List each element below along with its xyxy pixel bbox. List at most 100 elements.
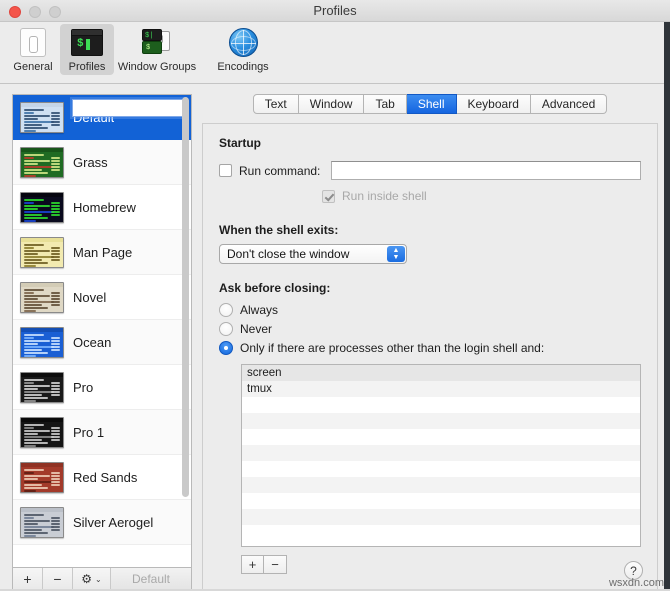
profile-list-item[interactable]: Grass — [13, 140, 191, 185]
watermark: wsxdn.com — [608, 577, 664, 589]
process-table-row[interactable] — [242, 397, 640, 413]
radio-never-row[interactable]: Never — [219, 322, 641, 336]
startup-section-title: Startup — [219, 136, 261, 150]
profile-thumbnail — [20, 281, 64, 313]
profile-name: Silver Aerogel — [73, 514, 154, 530]
radio-only-if-processes-row[interactable]: Only if there are processes other than t… — [219, 341, 641, 355]
profile-thumbnail — [20, 146, 64, 178]
radio-only-if-processes[interactable] — [219, 341, 233, 355]
preferences-toolbar: General $ Profiles Window Groups Encodin… — [0, 22, 670, 84]
run-inside-shell-row: Run inside shell — [322, 189, 641, 203]
tab-shell[interactable]: Shell — [406, 94, 457, 114]
profile-thumbnail — [20, 326, 64, 358]
radio-always[interactable] — [219, 303, 233, 317]
profile-list-item[interactable]: Default — [13, 95, 191, 140]
profile-list-item[interactable]: Man Page — [13, 230, 191, 275]
settings-tabbar: Text Window Tab Shell Keyboard Advanced — [202, 94, 658, 114]
process-table-row[interactable] — [242, 445, 640, 461]
toolbar-item-profiles[interactable]: $ Profiles — [60, 24, 114, 75]
window-title: Profiles — [313, 3, 357, 18]
process-table-row[interactable] — [242, 509, 640, 525]
run-command-input[interactable] — [331, 161, 641, 180]
profile-list-scrollbar[interactable] — [182, 97, 189, 497]
radio-always-label: Always — [240, 303, 279, 317]
profile-list-item[interactable]: Pro 1 — [13, 410, 191, 455]
profile-name: Grass — [73, 154, 108, 170]
settings-panel: Text Window Tab Shell Keyboard Advanced Start… — [202, 94, 658, 591]
toolbar-label-window-groups: Window Groups — [117, 61, 197, 73]
terminal-icon: $ — [70, 28, 104, 58]
profile-list-item[interactable]: Silver Aerogel — [13, 500, 191, 545]
profile-list-item[interactable]: Novel — [13, 275, 191, 320]
preferences-window: Profiles General $ Profiles Window Group… — [0, 0, 670, 591]
toolbar-label-encodings: Encodings — [217, 61, 269, 73]
process-table-row[interactable] — [242, 477, 640, 493]
process-table-row[interactable] — [242, 493, 640, 509]
toolbar-label-profiles: Profiles — [68, 61, 106, 73]
profile-actions-menu-button[interactable]: ⚙ ⌄ — [73, 568, 111, 590]
profile-thumbnail — [20, 101, 64, 133]
ask-before-closing-label: Ask before closing: — [219, 281, 331, 295]
radio-always-row[interactable]: Always — [219, 303, 641, 317]
process-table[interactable]: screen tmux — [241, 364, 641, 547]
gear-icon: ⚙ — [81, 572, 93, 586]
profile-thumbnail — [20, 461, 64, 493]
profile-list-item[interactable]: Pro — [13, 365, 191, 410]
process-table-row[interactable] — [242, 429, 640, 445]
profile-list-item[interactable]: Homebrew — [13, 185, 191, 230]
process-table-row[interactable] — [242, 525, 640, 541]
title-bar: Profiles — [0, 0, 670, 22]
add-process-button[interactable]: + — [241, 555, 264, 574]
profile-list[interactable]: Default Grass Homebrew Man Page Novel Ocean Pr… — [12, 94, 192, 567]
tab-advanced[interactable]: Advanced — [530, 94, 608, 114]
tab-tab[interactable]: Tab — [364, 94, 407, 114]
remove-process-button[interactable]: − — [264, 555, 287, 574]
window-right-edge — [664, 22, 670, 591]
add-profile-button[interactable]: + — [13, 568, 43, 590]
toolbar-item-encodings[interactable]: Encodings — [200, 24, 286, 75]
profile-name: Ocean — [73, 334, 112, 350]
stepper-icon: ▲ ▼ — [387, 246, 405, 262]
content-area: Default Grass Homebrew Man Page Novel Ocean Pr… — [0, 84, 670, 591]
profiles-sidebar: Default Grass Homebrew Man Page Novel Ocean Pr… — [12, 94, 192, 591]
run-inside-shell-checkbox[interactable] — [322, 189, 335, 203]
tab-text[interactable]: Text — [252, 94, 299, 114]
profile-name: Red Sands — [73, 469, 138, 485]
toolbar-item-window-groups[interactable]: Window Groups — [114, 24, 200, 75]
run-command-checkbox[interactable] — [219, 164, 232, 177]
profile-thumbnail — [20, 506, 64, 538]
radio-never[interactable] — [219, 322, 233, 336]
tab-window[interactable]: Window — [298, 94, 365, 114]
process-table-row[interactable]: tmux — [242, 381, 640, 397]
radio-only-if-processes-label: Only if there are processes other than t… — [240, 341, 545, 355]
profile-list-toolbar: + − ⚙ ⌄ Default — [12, 567, 192, 591]
run-command-label: Run command: — [239, 163, 321, 178]
process-table-toolbar: + − — [241, 555, 641, 574]
shell-exits-label: When the shell exits: — [219, 223, 339, 237]
shell-exits-select[interactable]: Don't close the window ▲ ▼ — [219, 244, 407, 264]
set-default-button[interactable]: Default — [111, 568, 191, 590]
profile-list-item[interactable]: Ocean — [13, 320, 191, 365]
shell-exits-selected-value: Don't close the window — [227, 247, 350, 261]
process-table-row[interactable]: screen — [242, 365, 640, 381]
toolbar-item-general[interactable]: General — [6, 24, 60, 75]
profile-rename-input[interactable] — [72, 99, 185, 117]
run-command-row: Run command: — [219, 161, 641, 180]
chevron-down-icon: ⌄ — [95, 574, 102, 584]
process-table-row[interactable] — [242, 461, 640, 477]
remove-profile-button[interactable]: − — [43, 568, 73, 590]
profile-name: Pro 1 — [73, 424, 105, 440]
profile-name: Man Page — [73, 244, 133, 260]
profile-thumbnail — [20, 371, 64, 403]
profile-name: Novel — [73, 289, 107, 305]
profile-thumbnail — [20, 236, 64, 268]
profile-list-item[interactable]: Red Sands — [13, 455, 191, 500]
window-groups-icon — [140, 28, 174, 58]
shell-tab-panel: Startup Run command: Run inside shell Wh… — [202, 123, 658, 591]
profile-thumbnail — [20, 416, 64, 448]
profile-name: Homebrew — [73, 199, 136, 215]
process-table-row[interactable] — [242, 413, 640, 429]
radio-never-label: Never — [240, 322, 273, 336]
tab-keyboard[interactable]: Keyboard — [456, 94, 531, 114]
toolbar-label-general: General — [13, 61, 53, 73]
